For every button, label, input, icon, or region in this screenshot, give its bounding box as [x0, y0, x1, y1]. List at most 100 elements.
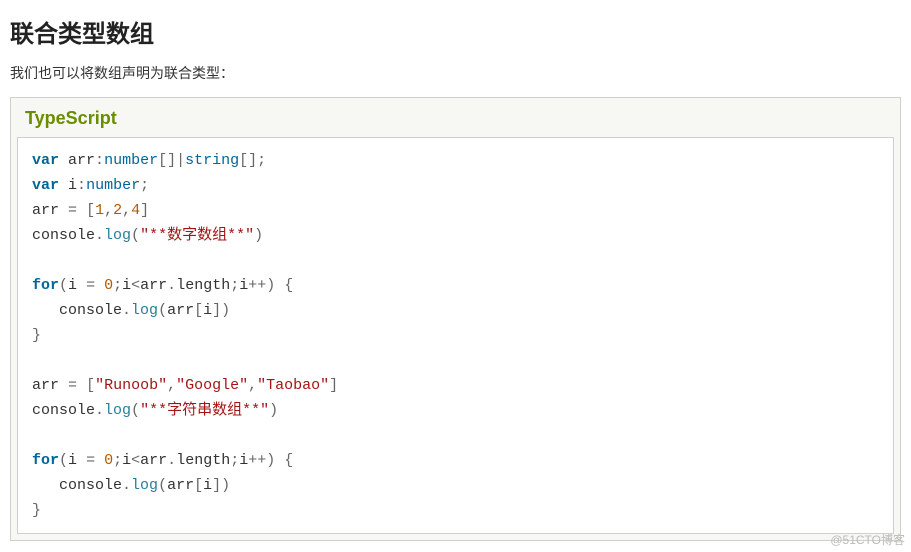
punct-semicolon: ;: [230, 277, 239, 294]
punct-lbrace: {: [284, 452, 293, 469]
identifier: arr: [32, 202, 59, 219]
punct-rbracket: ]: [248, 152, 257, 169]
op-equals: =: [86, 277, 95, 294]
identifier: length: [176, 452, 230, 469]
op-pipe: |: [176, 152, 185, 169]
identifier: i: [68, 452, 77, 469]
punct-lparen: (: [59, 277, 68, 294]
punct-colon: :: [77, 177, 86, 194]
number-literal: 1: [95, 202, 104, 219]
keyword-for: for: [32, 452, 59, 469]
punct-dot: .: [95, 227, 104, 244]
identifier: i: [68, 277, 77, 294]
identifier: arr: [68, 152, 95, 169]
string-literal: "Runoob": [95, 377, 167, 394]
punct-rparen: ): [266, 277, 275, 294]
punct-rparen: ): [266, 452, 275, 469]
punct-lparen: (: [131, 402, 140, 419]
identifier: i: [239, 277, 248, 294]
identifier: arr: [32, 377, 59, 394]
op-inc: ++: [248, 277, 266, 294]
punct-comma: ,: [248, 377, 257, 394]
punct-rparen: ): [269, 402, 278, 419]
punct-lbracket: [: [86, 377, 95, 394]
method-log: log: [104, 227, 131, 244]
punct-dot: .: [95, 402, 104, 419]
op-lt: <: [131, 277, 140, 294]
identifier: i: [122, 452, 131, 469]
punct-lparen: (: [131, 227, 140, 244]
type-number: number: [104, 152, 158, 169]
punct-lbracket: [: [239, 152, 248, 169]
identifier: console: [59, 302, 122, 319]
punct-rbracket: ]: [212, 477, 221, 494]
keyword-for: for: [32, 277, 59, 294]
identifier: i: [203, 477, 212, 494]
punct-comma: ,: [167, 377, 176, 394]
punct-rbracket: ]: [212, 302, 221, 319]
identifier: arr: [167, 477, 194, 494]
identifier: console: [59, 477, 122, 494]
punct-dot: .: [122, 477, 131, 494]
identifier: console: [32, 227, 95, 244]
identifier: i: [239, 452, 248, 469]
code-block: var arr:number[]|string[]; var i:number;…: [17, 137, 894, 534]
punct-lparen: (: [158, 302, 167, 319]
punct-lparen: (: [59, 452, 68, 469]
string-literal: "Google": [176, 377, 248, 394]
punct-lbracket: [: [194, 302, 203, 319]
punct-semicolon: ;: [257, 152, 266, 169]
punct-semicolon: ;: [113, 277, 122, 294]
punct-lbracket: [: [194, 477, 203, 494]
punct-dot: .: [122, 302, 131, 319]
punct-lparen: (: [158, 477, 167, 494]
punct-semicolon: ;: [140, 177, 149, 194]
identifier: console: [32, 402, 95, 419]
punct-comma: ,: [104, 202, 113, 219]
op-inc: ++: [248, 452, 266, 469]
string-literal: "Taobao": [257, 377, 329, 394]
punct-rparen: ): [254, 227, 263, 244]
code-language-label: TypeScript: [17, 104, 894, 137]
punct-rbracket: ]: [167, 152, 176, 169]
identifier: arr: [167, 302, 194, 319]
punct-rbrace: }: [32, 502, 41, 519]
identifier: arr: [140, 452, 167, 469]
punct-lbracket: [: [86, 202, 95, 219]
op-lt: <: [131, 452, 140, 469]
punct-semicolon: ;: [113, 452, 122, 469]
identifier: i: [122, 277, 131, 294]
op-equals: =: [86, 452, 95, 469]
identifier: i: [68, 177, 77, 194]
number-literal: 0: [104, 277, 113, 294]
type-string: string: [185, 152, 239, 169]
method-log: log: [131, 302, 158, 319]
punct-lbrace: {: [284, 277, 293, 294]
string-literal: "**数字数组**": [140, 227, 254, 244]
op-equals: =: [68, 202, 77, 219]
keyword-var: var: [32, 152, 59, 169]
identifier: i: [203, 302, 212, 319]
punct-dot: .: [167, 277, 176, 294]
section-heading: 联合类型数组: [10, 14, 901, 49]
method-log: log: [104, 402, 131, 419]
punct-rparen: ): [221, 302, 230, 319]
punct-semicolon: ;: [230, 452, 239, 469]
number-literal: 2: [113, 202, 122, 219]
punct-colon: :: [95, 152, 104, 169]
identifier: arr: [140, 277, 167, 294]
punct-rbrace: }: [32, 327, 41, 344]
section-description: 我们也可以将数组声明为联合类型：: [10, 63, 901, 83]
punct-rparen: ): [221, 477, 230, 494]
number-literal: 4: [131, 202, 140, 219]
punct-dot: .: [167, 452, 176, 469]
type-number: number: [86, 177, 140, 194]
keyword-var: var: [32, 177, 59, 194]
punct-rbracket: ]: [329, 377, 338, 394]
string-literal: "**字符串数组**": [140, 402, 269, 419]
punct-lbracket: [: [158, 152, 167, 169]
punct-comma: ,: [122, 202, 131, 219]
op-equals: =: [68, 377, 77, 394]
identifier: length: [176, 277, 230, 294]
method-log: log: [131, 477, 158, 494]
